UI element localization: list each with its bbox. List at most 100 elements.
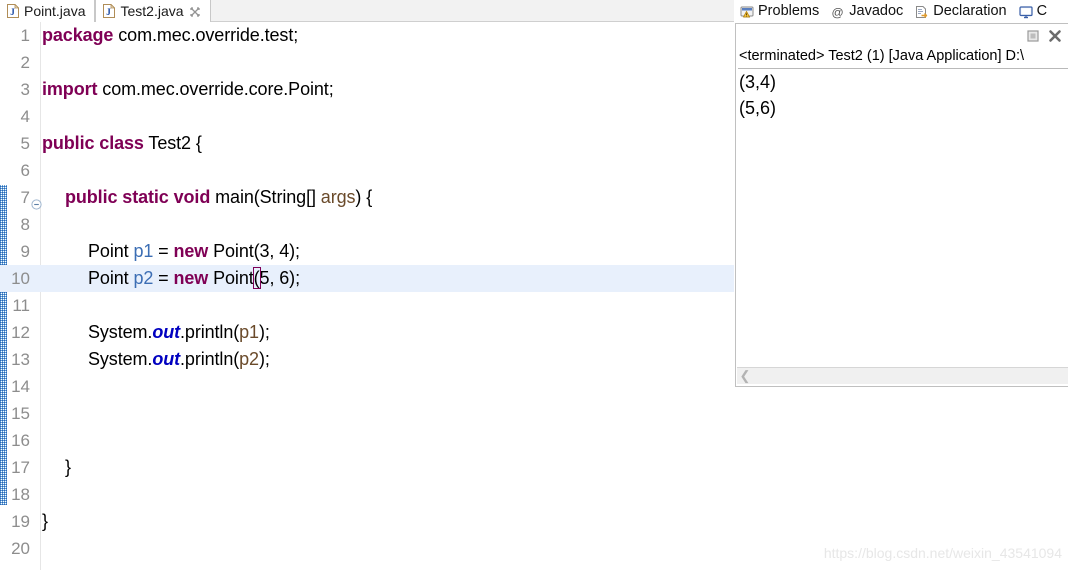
- line-number: 5: [20, 134, 30, 153]
- code-line[interactable]: 7 public static void main(String[] args) …: [0, 184, 734, 211]
- line-number: 19: [11, 512, 30, 531]
- code-token: import: [42, 79, 98, 99]
- tab-declaration[interactable]: Declaration: [910, 0, 1013, 23]
- code-line[interactable]: 14: [0, 373, 734, 400]
- stop-square-icon[interactable]: [1026, 29, 1040, 43]
- line-number: 1: [20, 26, 30, 45]
- editor-tab-test2-java[interactable]: J Test2.java: [95, 0, 211, 22]
- code-line[interactable]: 3 import com.mec.override.core.Point;: [0, 76, 734, 103]
- code-line[interactable]: 2: [0, 49, 734, 76]
- code-token: public class: [42, 133, 144, 153]
- code-line[interactable]: 19}: [0, 508, 734, 535]
- java-file-icon: J: [7, 4, 19, 18]
- eclipse-workbench: J Point.java J Test2.java 1 package com.…: [0, 0, 1068, 570]
- code-token: p1: [239, 322, 259, 342]
- tab-console[interactable]: C: [1014, 0, 1054, 23]
- code-token: p1: [133, 241, 154, 261]
- line-number: 6: [20, 161, 30, 180]
- line-number: 18: [11, 485, 30, 504]
- code-token: args: [320, 187, 356, 207]
- svg-text:J: J: [107, 7, 112, 17]
- code-token: }: [65, 457, 71, 477]
- code-line[interactable]: 11: [0, 292, 734, 319]
- code-line[interactable]: 4: [0, 103, 734, 130]
- line-number: 20: [11, 539, 30, 558]
- tab-javadoc[interactable]: @ Javadoc: [826, 0, 910, 23]
- tab-label: Javadoc: [849, 3, 904, 19]
- svg-text:@: @: [832, 5, 844, 19]
- line-number: 7: [20, 188, 30, 207]
- code-token: new: [173, 268, 209, 288]
- code-token: .println(: [180, 322, 240, 342]
- watermark: https://blog.csdn.net/weixin_43541094: [823, 545, 1062, 561]
- code-line[interactable]: 8: [0, 211, 734, 238]
- java-file-icon: J: [103, 4, 116, 18]
- console-toolbar: [1026, 25, 1066, 47]
- code-line[interactable]: 16: [0, 427, 734, 454]
- fold-collapse-icon[interactable]: [31, 192, 42, 210]
- code-token: Point(3, 4);: [208, 241, 300, 261]
- code-token: .println(: [180, 349, 240, 369]
- tab-label: C: [1036, 3, 1048, 19]
- code-line[interactable]: 9 Point p1 = new Point(3, 4);: [0, 238, 734, 265]
- code-line[interactable]: 20: [0, 535, 734, 562]
- code-token: Point: [88, 268, 134, 288]
- console-output-line: (3,4): [739, 72, 777, 92]
- launch-header: <terminated> Test2 (1) [Java Application…: [739, 48, 1025, 64]
- close-icon[interactable]: [189, 5, 201, 17]
- editor-tab-label: Point.java: [24, 3, 86, 19]
- code-text: }: [65, 454, 71, 481]
- console-view[interactable]: <terminated> Test2 (1) [Java Application…: [735, 23, 1068, 387]
- code-line[interactable]: 10 Point p2 = new Point(5, 6);: [0, 265, 734, 292]
- code-token: );: [258, 322, 270, 342]
- code-token: p2: [239, 349, 259, 369]
- code-line[interactable]: 15: [0, 400, 734, 427]
- editor-tab-bar: J Point.java J Test2.java: [0, 0, 734, 22]
- code-token: Point: [88, 241, 134, 261]
- code-line[interactable]: 13 System.out.println(p2);: [0, 346, 734, 373]
- views-pane-filler: [735, 387, 1068, 570]
- code-line[interactable]: 6: [0, 157, 734, 184]
- line-number: 14: [11, 377, 30, 396]
- line-number: 13: [11, 350, 30, 369]
- code-line[interactable]: 18: [0, 481, 734, 508]
- code-line[interactable]: 12 System.out.println(p1);: [0, 319, 734, 346]
- line-number: 17: [11, 458, 30, 477]
- code-token: out: [152, 349, 181, 369]
- console-output: (3,4) (5,6): [739, 69, 776, 121]
- line-number: 15: [11, 404, 30, 423]
- code-token: System.: [88, 349, 153, 369]
- console-divider: [738, 68, 1068, 69]
- code-token: System.: [88, 322, 153, 342]
- line-number: 12: [11, 323, 30, 342]
- code-token: Test2 {: [143, 133, 202, 153]
- code-text: public static void main(String[] args) {: [65, 184, 372, 211]
- code-text: System.out.println(p1);: [88, 319, 270, 346]
- code-token: =: [153, 268, 174, 288]
- code-text: }: [42, 508, 48, 535]
- line-number: 9: [20, 242, 30, 261]
- code-line[interactable]: 17}: [0, 454, 734, 481]
- close-x-icon[interactable]: [1048, 29, 1062, 43]
- editor-pane: J Point.java J Test2.java 1 package com.…: [0, 0, 734, 570]
- console-icon: [1019, 5, 1033, 19]
- editor-tab-point-java[interactable]: J Point.java: [0, 0, 96, 22]
- code-line[interactable]: 1 package com.mec.override.test;: [0, 22, 734, 49]
- chevron-left-icon[interactable]: ❮: [737, 368, 753, 384]
- code-token: new: [173, 241, 209, 261]
- tab-problems[interactable]: Problems: [735, 0, 826, 23]
- line-number: 16: [11, 431, 30, 450]
- code-editor[interactable]: 1 package com.mec.override.test; 2 3 import …: [0, 22, 734, 570]
- code-token: package: [42, 25, 114, 45]
- code-text: Point p1 = new Point(3, 4);: [88, 238, 300, 265]
- code-token: out: [152, 322, 181, 342]
- code-line[interactable]: 5 public class Test2 {: [0, 130, 734, 157]
- console-horizontal-scrollbar[interactable]: ❮: [737, 367, 1068, 384]
- code-token: main(String[]: [210, 187, 321, 207]
- code-text: package com.mec.override.test;: [42, 22, 298, 49]
- line-number: 8: [20, 215, 30, 234]
- javadoc-at-icon: @: [831, 5, 845, 19]
- code-lines: 1 package com.mec.override.test; 2 3 import …: [0, 22, 734, 562]
- code-token: );: [258, 349, 270, 369]
- code-token: Point: [208, 268, 254, 288]
